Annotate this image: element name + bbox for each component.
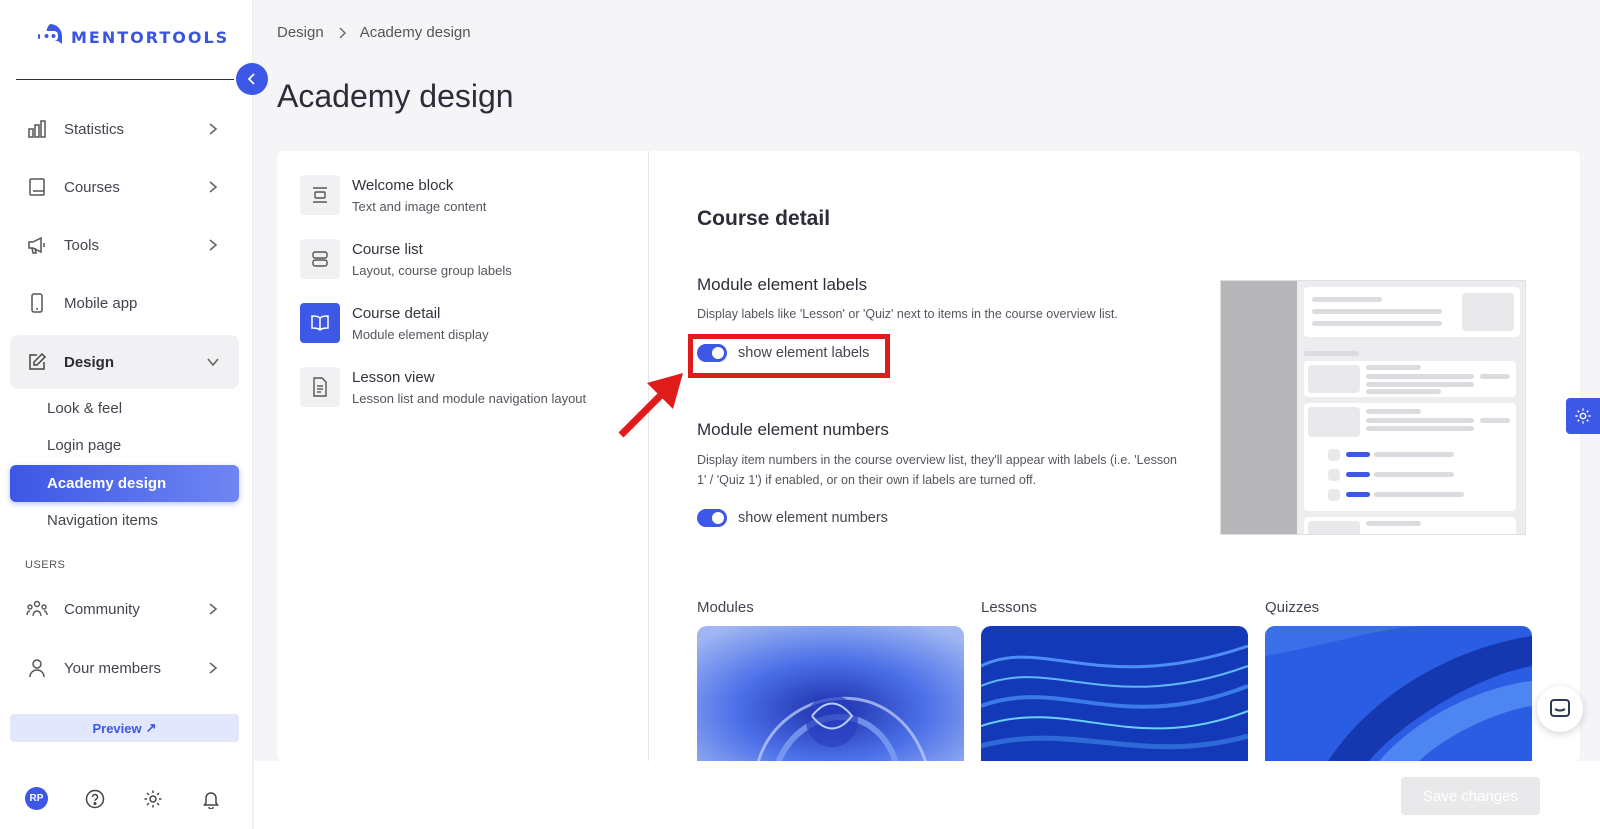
labels-section-desc: Display labels like 'Lesson' or 'Quiz' n…: [697, 307, 1118, 321]
modules-image[interactable]: [697, 626, 964, 761]
sidebar-item-label: Your members: [64, 659, 161, 677]
thumb-label-lessons: Lessons: [981, 599, 1037, 616]
breadcrumb: Design Academy design: [277, 24, 471, 41]
community-icon: [26, 598, 48, 620]
course-detail-preview: [1220, 280, 1526, 535]
external-link-icon: ↗: [145, 720, 157, 735]
sidebar-item-your-members[interactable]: Your members: [10, 641, 239, 695]
sidebar-footer: RP: [25, 787, 222, 810]
annotation-arrow: [618, 373, 683, 438]
megaphone-icon: [26, 234, 48, 256]
numbers-section-title: Module element numbers: [697, 420, 889, 439]
numbers-toggle-label: show element numbers: [738, 510, 888, 526]
list-layout-icon: [300, 239, 340, 279]
align-center-icon: [300, 175, 340, 215]
chevron-right-icon: [205, 121, 221, 137]
chevron-right-icon: [205, 660, 221, 676]
menu-title: Lesson view: [352, 369, 435, 386]
section-label-users: USERS: [25, 559, 66, 571]
quizzes-image[interactable]: [1265, 626, 1532, 761]
chevron-down-icon: [205, 354, 221, 370]
menu-title: Course detail: [352, 305, 441, 322]
user-icon: [26, 657, 48, 679]
menu-subtitle: Layout, course group labels: [352, 263, 512, 278]
sidebar-subitem-navigation-items[interactable]: Navigation items: [10, 502, 239, 539]
chevron-right-icon: [205, 179, 221, 195]
sidebar: MENTORTOOLS Statistics Courses Tools Mob…: [0, 0, 253, 829]
breadcrumb-parent[interactable]: Design: [277, 24, 324, 41]
design-menu-course-list[interactable]: Course list Layout, course group labels: [300, 239, 512, 279]
book-icon: [26, 176, 48, 198]
thumb-label-quizzes: Quizzes: [1265, 599, 1320, 616]
sidebar-item-label: Statistics: [64, 120, 125, 138]
menu-title: Course list: [352, 241, 423, 258]
settings-tab[interactable]: [1566, 398, 1600, 434]
design-menu-lesson-view[interactable]: Lesson view Lesson list and module navig…: [300, 367, 586, 407]
divider: [648, 151, 649, 761]
chevron-left-icon: [247, 73, 255, 85]
preview-card: [1304, 403, 1516, 511]
sidebar-item-label: Tools: [64, 236, 100, 254]
preview-card: [1304, 517, 1516, 534]
detail-title: Course detail: [697, 207, 831, 230]
sidebar-subitem-look-feel[interactable]: Look & feel: [10, 390, 239, 427]
numbers-section-desc: Display item numbers in the course overv…: [697, 453, 1177, 487]
logo[interactable]: MENTORTOOLS: [35, 22, 229, 52]
page-title: Academy design: [277, 78, 514, 114]
logo-text: MENTORTOOLS: [71, 27, 230, 47]
edit-icon: [26, 351, 48, 373]
open-book-icon: [300, 303, 340, 343]
sidebar-item-statistics[interactable]: Statistics: [10, 102, 239, 156]
preview-card: [1304, 287, 1520, 337]
bell-icon[interactable]: [200, 788, 222, 810]
bar-chart-icon: [26, 118, 48, 140]
divider: [16, 79, 234, 80]
numbers-toggle[interactable]: [697, 509, 727, 527]
preview-card: [1304, 361, 1516, 397]
robot-logo-icon: [38, 24, 62, 44]
footer-bar: Save changes: [254, 761, 1600, 829]
labels-section-title: Module element labels: [697, 275, 868, 294]
gear-icon: [1575, 408, 1591, 424]
numbers-toggle-row[interactable]: show element numbers: [697, 509, 888, 527]
document-icon: [300, 367, 340, 407]
gear-icon[interactable]: [142, 788, 164, 810]
menu-subtitle: Lesson list and module navigation layout: [352, 391, 587, 406]
menu-title: Welcome block: [352, 177, 454, 194]
sidebar-item-mobile-app[interactable]: Mobile app: [10, 276, 239, 330]
menu-subtitle: Text and image content: [352, 199, 487, 214]
chevron-right-icon: [205, 601, 221, 617]
sidebar-subitem-login-page[interactable]: Login page: [10, 427, 239, 464]
avatar[interactable]: RP: [25, 787, 48, 810]
sidebar-item-label: Community: [64, 600, 140, 618]
chat-icon: [1550, 699, 1570, 717]
help-icon[interactable]: [84, 788, 106, 810]
sidebar-item-label: Courses: [64, 178, 120, 196]
preview-sidebar: [1221, 281, 1297, 534]
sidebar-item-courses[interactable]: Courses: [10, 160, 239, 214]
preview-button[interactable]: Preview ↗: [10, 714, 239, 742]
chevron-right-icon: [339, 27, 346, 38]
lessons-image[interactable]: [981, 626, 1248, 761]
sidebar-subitem-academy-design[interactable]: Academy design: [10, 465, 239, 502]
design-menu-welcome-block[interactable]: Welcome block Text and image content: [300, 175, 486, 215]
collapse-sidebar-button[interactable]: [236, 63, 268, 95]
design-menu-course-detail[interactable]: Course detail Module element display: [300, 303, 489, 343]
sidebar-item-label: Mobile app: [64, 294, 138, 312]
sidebar-item-tools[interactable]: Tools: [10, 218, 239, 272]
chat-launcher-button[interactable]: [1537, 686, 1583, 732]
phone-icon: [26, 292, 48, 314]
preview-label: Preview: [92, 720, 142, 736]
annotation-highlight: [688, 334, 890, 378]
chevron-right-icon: [205, 237, 221, 253]
sidebar-item-design[interactable]: Design: [10, 335, 239, 389]
save-changes-button[interactable]: Save changes: [1401, 777, 1540, 815]
design-card: Welcome block Text and image content Cou…: [277, 151, 1580, 761]
sidebar-item-community[interactable]: Community: [10, 582, 239, 636]
sidebar-item-label: Design: [64, 353, 115, 371]
breadcrumb-current: Academy design: [359, 24, 471, 41]
thumb-label-modules: Modules: [697, 599, 754, 616]
menu-subtitle: Module element display: [352, 327, 489, 342]
